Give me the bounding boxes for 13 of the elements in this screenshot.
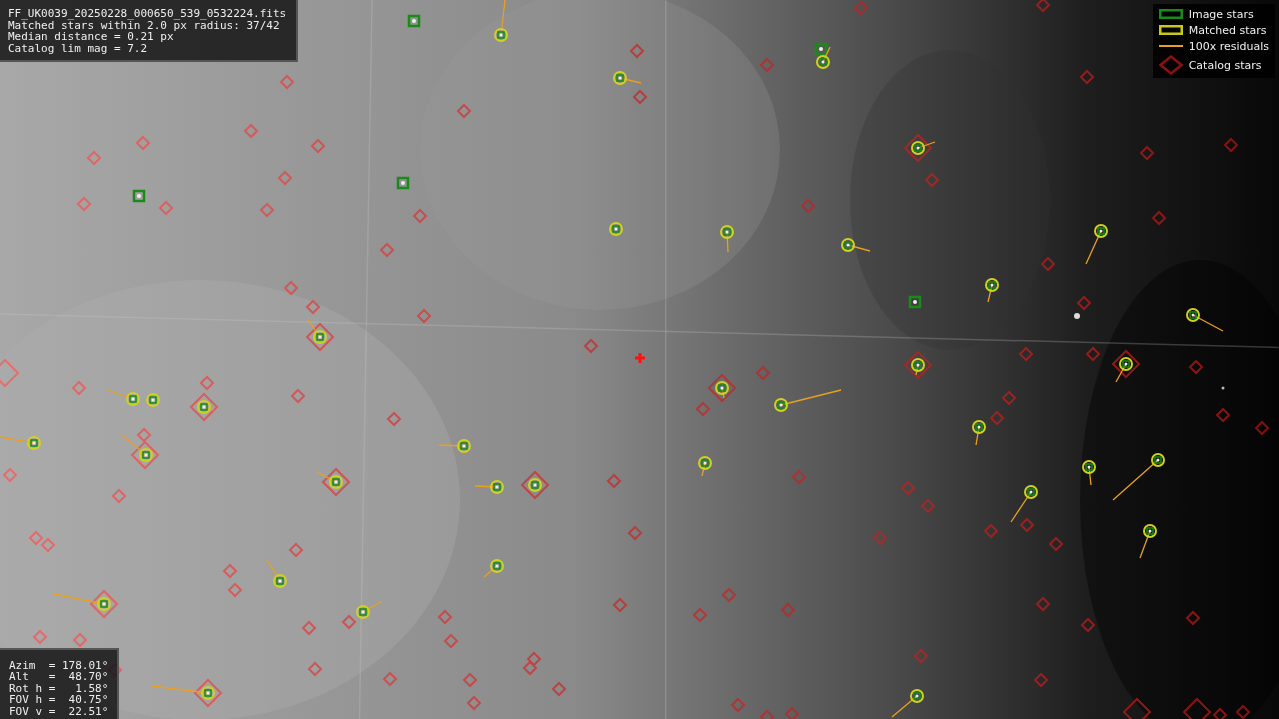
legend-label: 100x residuals — [1188, 39, 1269, 53]
pointing-text: Alt = 48.70° — [9, 671, 109, 683]
pointing-text: Rot h = 1.58° — [9, 682, 109, 694]
info-text: Median distance = 0.21 px — [8, 31, 174, 43]
legend-label: Catalog stars — [1188, 58, 1262, 72]
info-text: Matched stars within 2.0 px radius: 37/42 — [8, 19, 280, 31]
info-text: Catalog lim mag = 7.2 — [8, 42, 149, 54]
pointing-text: FOV v = 22.51° — [9, 705, 109, 717]
pointing-text: FOV h = 40.75° — [9, 694, 109, 706]
pointing-text: Azim = 178.01° — [9, 659, 109, 671]
legend-label: Matched stars — [1188, 23, 1267, 37]
info-text: FF_UK0039_20250228_000650_539_0532224.fits — [8, 8, 287, 20]
legend-label: Image stars — [1188, 7, 1254, 21]
